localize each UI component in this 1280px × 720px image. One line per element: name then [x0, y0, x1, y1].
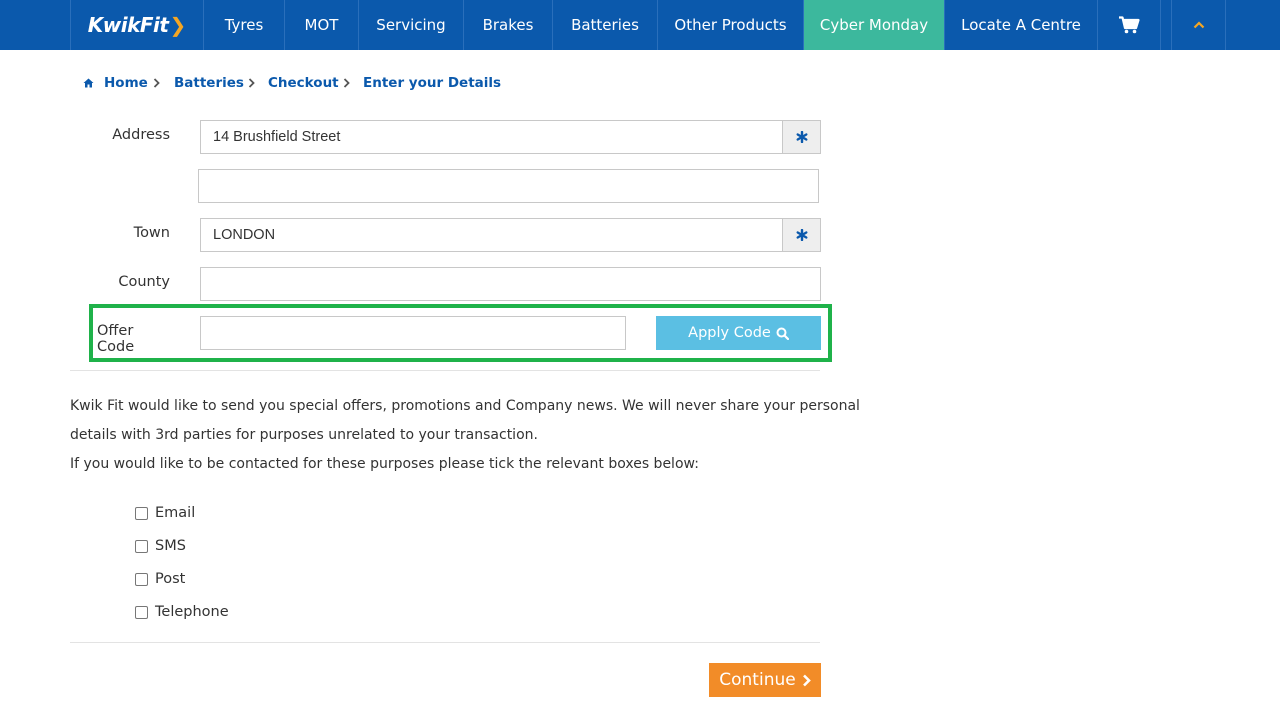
required-indicator	[782, 120, 821, 154]
offer-code-field[interactable]	[200, 316, 626, 350]
address-line1-field[interactable]: 14 Brushfield Street	[200, 120, 783, 154]
breadcrumb-label: Checkout	[268, 75, 339, 91]
address-label: Address	[112, 127, 170, 143]
breadcrumb-label: Batteries	[174, 75, 244, 91]
town-label: Town	[133, 225, 170, 241]
option-label: Email	[155, 505, 196, 521]
continue-button[interactable]: Continue	[709, 663, 821, 697]
nav-item-label: Brakes	[482, 16, 534, 34]
logo-text: KwikFit	[87, 13, 169, 37]
offer-code-label: Offer Code	[97, 323, 135, 355]
town-field[interactable]: LONDON	[200, 218, 783, 252]
consent-option-sms[interactable]: SMS	[135, 537, 186, 555]
breadcrumb-label: Enter your Details	[363, 75, 502, 91]
nav-item-label: MOT	[304, 16, 339, 34]
continue-label: Continue	[719, 670, 796, 690]
nav-divider	[1160, 0, 1171, 50]
cart-button[interactable]	[1097, 0, 1160, 50]
chevron-right-icon	[248, 73, 255, 93]
consent-text-line3: If you would like to be contacted for th…	[70, 456, 699, 472]
nav-item-cyber-monday[interactable]: Cyber Monday	[803, 0, 944, 50]
nav-item-label: Other Products	[674, 16, 787, 34]
top-navigation: KwikFit ❯ Tyres MOT Servicing Brakes Batt…	[0, 0, 1280, 50]
nav-item-mot[interactable]: MOT	[284, 0, 358, 50]
nav-item-tyres[interactable]: Tyres	[203, 0, 284, 50]
breadcrumb-label: Home	[104, 75, 148, 91]
chevron-up-icon	[1193, 21, 1204, 29]
option-label: SMS	[155, 538, 186, 554]
address-line2-field[interactable]	[198, 169, 819, 203]
nav-item-brakes[interactable]: Brakes	[463, 0, 552, 50]
asterisk-icon	[796, 229, 808, 241]
option-label: Telephone	[155, 604, 229, 620]
breadcrumb-home[interactable]: Home	[83, 73, 148, 93]
required-indicator	[782, 218, 821, 252]
consent-option-post[interactable]: Post	[135, 570, 185, 588]
nav-item-servicing[interactable]: Servicing	[358, 0, 463, 50]
kwikfit-logo[interactable]: KwikFit ❯	[70, 0, 203, 50]
nav-item-label: Tyres	[224, 16, 264, 34]
nav-item-locate-a-centre[interactable]: Locate A Centre	[944, 0, 1097, 50]
email-checkbox[interactable]	[135, 506, 148, 520]
apply-code-button[interactable]: Apply Code	[656, 316, 821, 350]
post-checkbox[interactable]	[135, 572, 148, 586]
breadcrumb-batteries[interactable]: Batteries	[174, 73, 244, 93]
home-icon	[83, 78, 94, 88]
consent-option-email[interactable]: Email	[135, 504, 195, 522]
county-label: County	[118, 274, 170, 290]
divider	[70, 370, 820, 371]
option-label: Post	[155, 571, 186, 587]
nav-item-other-products[interactable]: Other Products	[657, 0, 803, 50]
chevron-right-icon	[802, 674, 811, 686]
consent-option-telephone[interactable]: Telephone	[135, 603, 229, 621]
cart-icon	[1119, 16, 1140, 34]
breadcrumb-checkout[interactable]: Checkout	[268, 73, 339, 93]
nav-item-label: Servicing	[376, 16, 446, 34]
search-icon	[776, 327, 789, 340]
divider	[70, 642, 820, 643]
sms-checkbox[interactable]	[135, 539, 148, 553]
consent-text-line1: Kwik Fit would like to send you special …	[70, 398, 860, 414]
nav-item-label: Batteries	[571, 16, 639, 34]
nav-item-label: Cyber Monday	[819, 16, 929, 34]
collapse-toggle-button[interactable]	[1171, 0, 1226, 50]
consent-text-line2: details with 3rd parties for purposes un…	[70, 427, 538, 443]
breadcrumb-current: Enter your Details	[363, 73, 501, 93]
nav-item-batteries[interactable]: Batteries	[552, 0, 657, 50]
chevron-right-icon	[343, 73, 350, 93]
logo-chevron-icon: ❯	[169, 13, 187, 37]
apply-code-label: Apply Code	[688, 325, 771, 341]
chevron-right-icon	[153, 73, 160, 93]
telephone-checkbox[interactable]	[135, 605, 148, 619]
asterisk-icon	[796, 131, 808, 143]
county-field[interactable]	[200, 267, 821, 301]
nav-item-label: Locate A Centre	[961, 16, 1081, 34]
